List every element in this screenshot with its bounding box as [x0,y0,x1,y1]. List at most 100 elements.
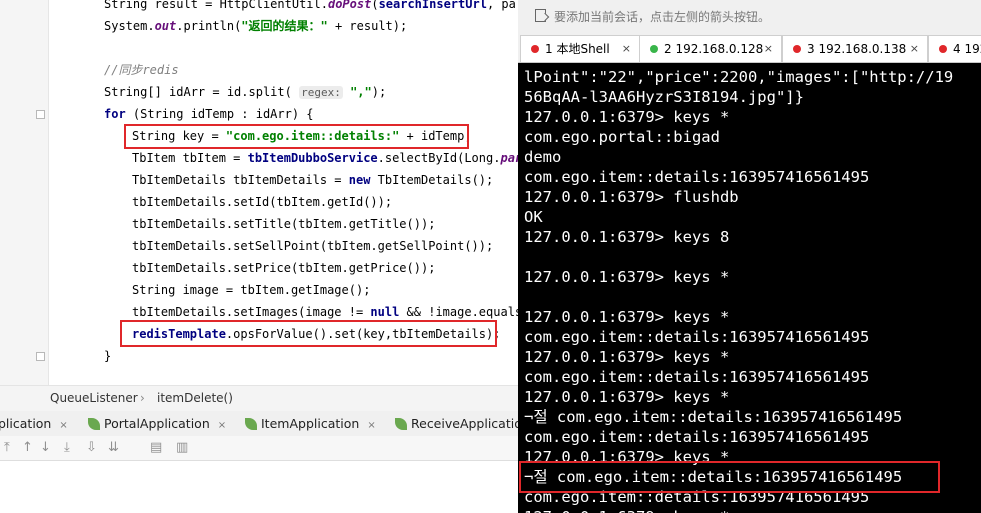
session-arrow-icon[interactable] [535,9,546,22]
close-icon[interactable]: × [59,420,67,431]
spring-leaf-icon [395,418,407,430]
code-token: tbItemDetails.setSellPoint(tbItem.getSel… [132,239,494,253]
arrow-down-icon[interactable]: ↓ [40,440,51,456]
code-token: tbItemDetails.setId(tbItem.getId()); [132,195,393,209]
close-icon[interactable]: × [622,36,631,62]
terminal-line: com.ego.item::details:163957416561495 [524,368,870,386]
code-token: doPost [327,0,372,11]
console-output[interactable] [0,461,518,513]
code-token: "返回的结果：" [241,19,328,33]
session-tab-label: 4 192 [953,42,981,56]
code-token: .println( [176,19,242,33]
import-icon[interactable]: ⇩ [86,440,97,456]
terminal-line: lPoint":"22","price":2200,"images":["htt… [524,68,954,86]
code-line-tbitem: TbItem tbItem = tbItemDubboService.selec… [132,147,518,169]
highlight-terminal-line [519,461,940,493]
code-token: null [370,305,400,319]
close-icon[interactable]: × [367,420,375,431]
ide-pane: String result = HttpClientUtil.doPost(se… [0,0,518,513]
close-icon[interactable]: × [910,36,919,62]
code-token: String image = tbItem.getImage(); [132,283,371,297]
code-line-split: String[] idArr = id.split( regex: ","); [104,81,386,103]
code-token: String result = HttpClientUtil. [104,0,328,11]
print-icon[interactable]: ▤ [150,440,162,456]
code-token: (String idTemp : idArr) { [125,107,314,121]
breadcrumb-method[interactable]: itemDelete() [157,391,233,405]
status-dot-icon [650,45,658,53]
terminal-line: com.ego.item::details:163957416561495 [524,428,870,446]
status-dot-icon [939,45,947,53]
code-token: tbItemDubboService [247,151,378,165]
code-token: } [104,349,112,363]
code-token: ); [371,85,387,99]
session-tab-2[interactable]: 2 192.168.0.128 × [639,35,782,62]
session-tab-label: 3 192.168.0.138 [807,42,907,56]
session-tab-4[interactable]: 4 192 [928,35,981,62]
session-tab-1[interactable]: 1 本地Shell × [520,35,640,62]
code-token: tbItemDetails.setImages(image != [132,305,371,319]
terminal-line: OK [524,208,543,226]
editor-gutter [0,0,49,385]
status-dot-icon [793,45,801,53]
run-tabs-bar: plication × PortalApplication × ItemApplic… [0,411,518,437]
code-token: "," [350,85,372,99]
delete-icon[interactable]: ▥ [176,440,188,456]
terminal-line: 127.0.0.1:6379> flushdb [524,188,739,206]
code-token: String[] idArr = id.split( [104,85,300,99]
arrow-up-icon[interactable]: ↑ [22,440,33,456]
code-line-result: String result = HttpClientUtil.doPost(se… [104,0,518,15]
status-dot-icon [531,45,539,53]
terminal-line: 127.0.0.1:6379> keys 8 [524,228,730,246]
terminal-line: com.ego.portal::bigad [524,128,720,146]
code-token: out [154,19,177,33]
code-token: TbItemDetails tbItemDetails = [132,173,349,187]
code-line-settitle: tbItemDetails.setTitle(tbItem.getTitle()… [132,213,435,235]
code-line-image: String image = tbItem.getImage(); [132,279,370,301]
spring-leaf-icon [88,418,100,430]
breadcrumb-class[interactable]: QueueListener [50,391,138,405]
close-icon[interactable]: × [764,36,773,62]
run-tab-label: ReceiveApplication [411,416,518,431]
code-line-println: System.out.println("返回的结果：" + result); [104,15,407,37]
terminal-line: 127.0.0.1:6379> keys * [524,388,730,406]
code-line-setid: tbItemDetails.setId(tbItem.getId()); [132,191,392,213]
session-tabs: 1 本地Shell × 2 192.168.0.128 × 3 192.168.0.… [518,32,981,63]
code-line-setsellpoint: tbItemDetails.setSellPoint(tbItem.getSel… [132,235,493,257]
terminal-line: ¬절 com.ego.item::details:163957416561495 [524,408,903,426]
run-tab-portal[interactable]: PortalApplication × [88,411,226,436]
session-hint-bar: 要添加当前会话，点击左侧的箭头按钮。 [518,0,981,33]
align-top-icon[interactable]: ⤒ [4,440,10,456]
code-token: new [348,173,371,187]
session-tab-3[interactable]: 3 192.168.0.138 × [782,35,928,62]
terminal-output[interactable]: lPoint":"22","price":2200,"images":["htt… [518,62,981,513]
run-tab-item[interactable]: ItemApplication × [245,411,376,436]
code-token: TbItem tbItem = [132,151,248,165]
run-tab-application[interactable]: plication × [0,411,68,436]
code-token: System. [104,19,155,33]
code-token: , para [486,0,518,11]
terminal-line: 127.0.0.1:6379> keys * [524,507,729,513]
console-toolbar: ⤒ ↑ ↓ ⤓ ⇩ ⇊ ▤ ▥ [0,436,518,461]
download-icon[interactable]: ⤓ [64,440,70,456]
terminal-line: 56BqAA-l3AA6HyzrS3I8194.jpg"]} [524,88,804,106]
fold-marker[interactable] [36,110,45,119]
run-tab-label: ItemApplication [261,416,360,431]
code-token: + result); [327,19,408,33]
spring-leaf-icon [245,418,257,430]
run-tab-receive[interactable]: ReceiveApplication [395,411,518,436]
collapse-icon[interactable]: ⇊ [108,440,119,456]
session-tab-label: 2 192.168.0.128 [664,42,764,56]
highlight-redis-set-line [120,320,497,347]
terminal-line: com.ego.item::details:163957416561495 [524,328,870,346]
terminal-line: 127.0.0.1:6379> keys * [524,268,730,286]
code-token: TbItemDetails(); [370,173,494,187]
code-line-for: for (String idTemp : idArr) { [104,103,314,125]
code-token: pars [500,151,518,165]
code-token: ( [371,0,379,11]
breadcrumb-separator: › [140,391,145,405]
code-token: //同步redis [104,63,179,77]
terminal-line: demo [524,148,562,166]
fold-marker[interactable] [36,352,45,361]
close-icon[interactable]: × [218,420,226,431]
